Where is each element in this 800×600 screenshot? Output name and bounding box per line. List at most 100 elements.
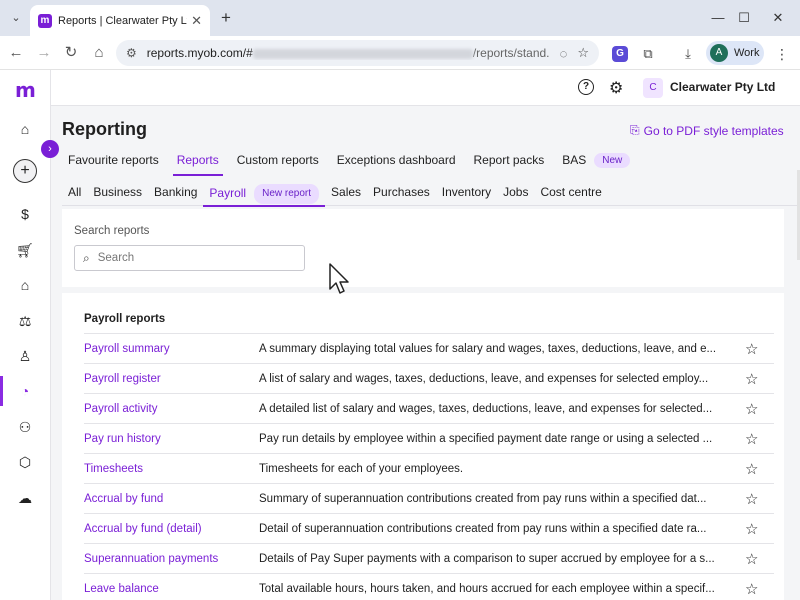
business-name[interactable]: Clearwater Pty Ltd — [670, 80, 775, 94]
minimize-icon[interactable]: — — [706, 8, 730, 28]
subtab-business[interactable]: Business — [87, 184, 148, 206]
cloud-upload-icon[interactable]: ☁ — [12, 485, 38, 511]
home-icon[interactable]: ⌂ — [88, 42, 110, 64]
favourite-star-icon[interactable]: ☆ — [745, 520, 758, 538]
active-indicator — [0, 376, 3, 406]
search-icon: ⌕ — [83, 250, 90, 265]
report-link[interactable]: Accrual by fund — [84, 493, 259, 505]
payroll-people-icon[interactable]: ⚇ — [12, 414, 38, 440]
subtab-inventory[interactable]: Inventory — [436, 184, 497, 206]
subtab-all[interactable]: All — [62, 184, 87, 206]
report-description: Summary of superannuation contributions … — [259, 492, 707, 505]
table-row: Timesheets Timesheets for each of your e… — [84, 453, 774, 483]
browser-tab-bar: ⌄ m Reports | Clearwater Pty Ltd | M ✕ +… — [0, 0, 800, 36]
tab-title: Reports | Clearwater Pty Ltd | M — [58, 14, 187, 27]
create-plus-icon[interactable]: + — [13, 159, 37, 183]
report-link[interactable]: Payroll activity — [84, 403, 259, 415]
table-row: Accrual by fund (detail) Detail of super… — [84, 513, 774, 543]
table-row: Payroll activity A detailed list of sala… — [84, 393, 774, 423]
forward-icon[interactable]: → — [33, 42, 55, 64]
close-window-icon[interactable]: ✕ — [766, 8, 790, 28]
pdf-templates-link[interactable]: ⎘ Go to PDF style templates — [630, 123, 784, 138]
browser-tab[interactable]: m Reports | Clearwater Pty Ltd | M ✕ — [30, 5, 210, 36]
browser-menu-icon[interactable]: ⋮ — [772, 44, 792, 64]
main-content: Reporting ⎘ Go to PDF style templates Fa… — [51, 106, 800, 600]
subtab-purchases[interactable]: Purchases — [367, 184, 436, 206]
tab-report-packs[interactable]: Report packs — [468, 149, 545, 173]
page-title: Reporting — [62, 119, 147, 139]
favourite-star-icon[interactable]: ☆ — [745, 370, 758, 388]
subtab-banking[interactable]: Banking — [148, 184, 203, 206]
report-link[interactable]: Superannuation payments — [84, 553, 259, 565]
table-row: Leave balance Total available hours, hou… — [84, 573, 774, 600]
report-link[interactable]: Leave balance — [84, 583, 259, 595]
reload-icon[interactable]: ↻ — [60, 42, 82, 64]
contacts-person-icon[interactable]: ♙ — [12, 343, 38, 369]
report-description: A list of salary and wages, taxes, deduc… — [259, 372, 709, 385]
tab-search-icon[interactable]: ⌄ — [6, 8, 26, 28]
home-icon[interactable]: ⌂ — [12, 116, 38, 142]
report-description: Pay run details by employee within a spe… — [259, 432, 713, 445]
download-icon[interactable]: ⤓ — [678, 44, 698, 64]
report-link[interactable]: Accrual by fund (detail) — [84, 523, 259, 535]
report-description: Details of Pay Super payments with a com… — [259, 552, 715, 565]
new-badge: New — [594, 153, 631, 168]
tab-reports[interactable]: Reports — [171, 149, 223, 176]
sales-dollar-icon[interactable]: $ — [12, 201, 38, 227]
business-avatar[interactable]: C — [643, 78, 663, 98]
search-label: Search reports — [74, 225, 150, 237]
favourite-star-icon[interactable]: ☆ — [745, 490, 758, 508]
subtab-sales[interactable]: Sales — [325, 184, 367, 206]
tab-bas[interactable]: BAS New — [556, 149, 631, 173]
back-icon[interactable]: ← — [5, 42, 27, 64]
new-tab-icon[interactable]: + — [216, 8, 236, 28]
favourite-star-icon[interactable]: ☆ — [745, 460, 758, 478]
report-description: Total available hours, hours taken, and … — [259, 582, 715, 595]
pdf-templates-label: Go to PDF style templates — [643, 123, 784, 138]
settings-gear-icon[interactable]: ⚙ — [609, 78, 623, 98]
document-link-icon: ⎘ — [630, 123, 640, 137]
tab-exceptions-dashboard[interactable]: Exceptions dashboard — [331, 149, 456, 173]
report-link[interactable]: Pay run history — [84, 433, 259, 445]
eye-slash-icon[interactable]: ◌ — [560, 46, 568, 61]
subtab-jobs[interactable]: Jobs — [497, 184, 534, 206]
profile-button[interactable]: A Work — [706, 41, 764, 65]
report-description: Timesheets for each of your employees. — [259, 462, 464, 475]
extensions-puzzle-icon[interactable]: ⧉ — [638, 44, 658, 64]
help-icon[interactable]: ? — [578, 79, 594, 95]
bookmark-star-icon[interactable]: ☆ — [577, 45, 589, 61]
report-link[interactable]: Payroll register — [84, 373, 259, 385]
reporting-chart-icon[interactable]: ◔ — [12, 378, 38, 404]
favourite-star-icon[interactable]: ☆ — [745, 580, 758, 598]
search-field[interactable]: ⌕ — [74, 245, 305, 271]
reports-panel: Payroll reports Payroll summary A summar… — [62, 293, 784, 600]
subtab-cost-centre[interactable]: Cost centre — [534, 184, 607, 206]
report-link[interactable]: Payroll summary — [84, 343, 259, 355]
table-row: Payroll register A list of salary and wa… — [84, 363, 774, 393]
favourite-star-icon[interactable]: ☆ — [745, 550, 758, 568]
search-input[interactable] — [97, 252, 278, 264]
inventory-box-icon[interactable]: ⬡ — [12, 449, 38, 475]
report-link[interactable]: Timesheets — [84, 463, 259, 475]
purchases-cart-icon[interactable]: 🛒︎ — [12, 237, 38, 263]
favourite-star-icon[interactable]: ☆ — [745, 400, 758, 418]
favourite-star-icon[interactable]: ☆ — [745, 340, 758, 358]
new-report-badge: New report — [254, 184, 320, 204]
extension-icon[interactable]: G — [612, 46, 628, 62]
url-text[interactable]: reports.myob.com/#/reports/stand... — [147, 46, 550, 60]
close-tab-icon[interactable]: ✕ — [191, 13, 202, 29]
favourite-star-icon[interactable]: ☆ — [745, 430, 758, 448]
accounting-scales-icon[interactable]: ⚖ — [12, 308, 38, 334]
expand-sidebar-chevron-icon[interactable]: › — [41, 140, 59, 158]
myob-app: m ⌂ + $ 🛒︎ ⌂ ⚖ ♙ ◔ ⚇ ⬡ ☁ › ? ⚙ C Clearwa… — [0, 70, 800, 600]
report-description: A summary displaying total values for sa… — [259, 342, 717, 355]
myob-logo[interactable]: m — [15, 78, 36, 102]
tab-custom-reports[interactable]: Custom reports — [231, 149, 319, 173]
maximize-icon[interactable]: ☐ — [732, 8, 756, 28]
banking-bank-icon[interactable]: ⌂ — [12, 272, 38, 298]
tab-favourite-reports[interactable]: Favourite reports — [62, 149, 159, 173]
report-description: A detailed list of salary and wages, tax… — [259, 402, 713, 415]
subtab-payroll[interactable]: Payroll New report — [203, 184, 325, 207]
address-bar[interactable]: ⚙ reports.myob.com/#/reports/stand... ◌ … — [116, 40, 599, 66]
site-settings-icon[interactable]: ⚙ — [126, 46, 137, 60]
